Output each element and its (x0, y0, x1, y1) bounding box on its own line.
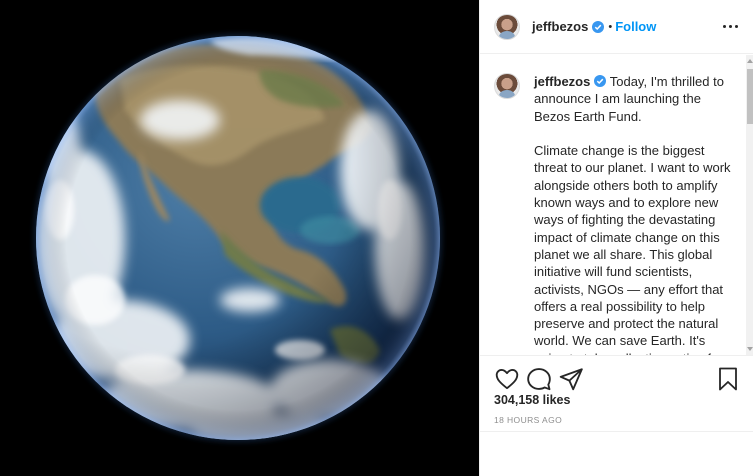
post-sidebar: jeffbezos • Follow jeffbezos Today, I'm … (479, 0, 753, 476)
caption-body: Climate change is the biggest threat to … (534, 143, 733, 355)
comment-icon[interactable] (526, 366, 552, 392)
comment-section (480, 431, 753, 476)
caption-verified-badge-icon (594, 75, 607, 87)
bookmark-icon[interactable] (716, 366, 740, 392)
caption-username[interactable]: jeffbezos (534, 74, 590, 89)
like-count[interactable]: 304,158 likes (494, 393, 570, 407)
caption-avatar[interactable] (494, 73, 520, 99)
post-image[interactable] (0, 0, 479, 476)
follow-button[interactable]: Follow (615, 19, 656, 34)
actions-section: 304,158 likes 18 HOURS AGO (480, 355, 753, 431)
caption-text: jeffbezos Today, I'm thrilled to announc… (534, 73, 739, 355)
post-header: jeffbezos • Follow (480, 0, 753, 54)
separator-dot: • (608, 20, 613, 33)
username-link[interactable]: jeffbezos (532, 19, 588, 34)
heart-icon[interactable] (494, 366, 520, 392)
caption-section: jeffbezos Today, I'm thrilled to announc… (480, 55, 753, 355)
scroll-up-arrow-icon[interactable] (747, 57, 753, 65)
more-options-icon[interactable] (720, 16, 740, 36)
post-timestamp[interactable]: 18 HOURS AGO (494, 415, 562, 425)
share-icon[interactable] (558, 366, 584, 392)
action-icons (494, 366, 590, 392)
earth-photo (0, 0, 479, 476)
caption-scrollbar[interactable] (746, 55, 753, 355)
avatar[interactable] (494, 13, 520, 40)
scroll-thumb[interactable] (747, 69, 753, 124)
caption: jeffbezos Today, I'm thrilled to announc… (480, 55, 753, 355)
verified-badge-icon (592, 20, 605, 33)
scroll-down-arrow-icon[interactable] (747, 345, 753, 353)
